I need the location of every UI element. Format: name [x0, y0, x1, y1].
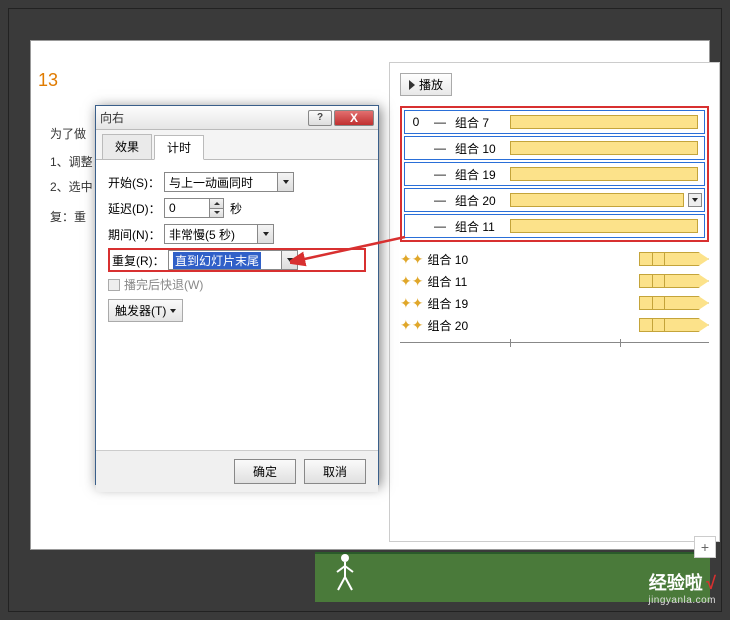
dropdown-icon	[277, 173, 293, 191]
repeat-row-highlight: 重复(R)： 直到幻灯片末尾	[108, 248, 366, 272]
animation-list-highlight: 0 — 组合 7 — 组合 10 — 组合 19 — 组合 20 — 组合	[400, 106, 709, 242]
timing-bar	[510, 115, 698, 129]
spinner-buttons[interactable]	[209, 199, 223, 217]
tab-effect[interactable]: 效果	[102, 134, 152, 159]
dialog-tabs: 效果 计时	[96, 130, 378, 160]
cancel-button[interactable]: 取消	[304, 459, 366, 484]
tab-timing[interactable]: 计时	[154, 135, 204, 160]
anim-label: 组合 20	[427, 317, 468, 334]
dropdown-icon	[257, 225, 273, 243]
timeline-ruler	[400, 342, 709, 352]
star-icon: ✦✦	[400, 317, 423, 334]
anim-label: 组合 10	[427, 251, 468, 268]
help-button[interactable]: ?	[308, 110, 332, 126]
close-icon: X	[350, 111, 358, 125]
anim-label: 组合 19	[427, 295, 468, 312]
anim-item[interactable]: — 组合 20	[404, 188, 705, 212]
dialog-button-bar: 确定 取消	[96, 450, 378, 492]
start-label: 开始(S)：	[108, 174, 164, 191]
bg-text-3: 2、选中	[50, 178, 93, 195]
anim-label: 组合 11	[455, 218, 510, 235]
trigger-button[interactable]: 触发器(T)	[108, 299, 183, 322]
play-button[interactable]: 播放	[400, 73, 452, 96]
star-icon: ✦✦	[400, 273, 423, 290]
plus-icon: +	[701, 539, 709, 555]
delay-label: 延迟(D)：	[108, 200, 164, 217]
anim-row[interactable]: ✦✦ 组合 11	[400, 270, 709, 292]
rewind-checkbox[interactable]	[108, 279, 120, 291]
anim-label: 组合 20	[455, 192, 510, 209]
timing-dialog: 向右 ? X 效果 计时 开始(S)： 与上一动画同时 延迟(D)： 0 秒 期…	[95, 105, 379, 485]
star-icon: ✦✦	[400, 251, 423, 268]
animation-list-below: ✦✦ 组合 10 ✦✦ 组合 11 ✦✦ 组合 19 ✦✦ 组合 20	[400, 248, 709, 336]
delay-value: 0	[169, 201, 176, 215]
start-value: 与上一动画同时	[169, 174, 253, 191]
rewind-label: 播完后快退(W)	[124, 276, 203, 293]
anim-label: 组合 19	[455, 166, 510, 183]
zoom-plus-button[interactable]: +	[694, 536, 716, 558]
dialog-title: 向右	[100, 109, 306, 126]
check-icon: √	[706, 573, 716, 593]
help-icon: ?	[317, 112, 323, 123]
timing-bar	[510, 219, 698, 233]
start-row: 开始(S)： 与上一动画同时	[108, 170, 366, 194]
dropdown-icon	[281, 251, 297, 269]
rewind-row[interactable]: 播完后快退(W)	[108, 276, 366, 293]
dropdown-icon[interactable]	[688, 193, 702, 207]
seconds-label: 秒	[230, 200, 242, 217]
play-label: 播放	[419, 76, 443, 93]
watermark: 经验啦 √ jingyanla.com	[648, 569, 716, 606]
anim-row[interactable]: ✦✦ 组合 19	[400, 292, 709, 314]
timing-arrow	[639, 252, 709, 266]
timing-arrow	[639, 274, 709, 288]
white-overlay-2	[626, 500, 716, 540]
timing-arrow	[639, 296, 709, 310]
duration-label: 期间(N)：	[108, 226, 164, 243]
start-select[interactable]: 与上一动画同时	[164, 172, 294, 192]
timing-arrow	[639, 318, 709, 332]
timing-bar	[510, 193, 684, 207]
figure-icon	[335, 552, 355, 592]
repeat-select[interactable]: 直到幻灯片末尾	[168, 250, 298, 270]
repeat-value: 直到幻灯片末尾	[173, 252, 261, 269]
watermark-text: 经验啦	[649, 573, 703, 593]
white-overlay-1	[536, 432, 716, 492]
delay-spinner[interactable]: 0	[164, 198, 224, 218]
anim-item[interactable]: — 组合 19	[404, 162, 705, 186]
delay-row: 延迟(D)： 0 秒	[108, 196, 366, 220]
anim-item[interactable]: — 组合 10	[404, 136, 705, 160]
anim-item[interactable]: 0 — 组合 7	[404, 110, 705, 134]
dialog-titlebar[interactable]: 向右 ? X	[96, 106, 378, 130]
anim-row[interactable]: ✦✦ 组合 10	[400, 248, 709, 270]
duration-row: 期间(N)： 非常慢(5 秒)	[108, 222, 366, 246]
anim-dash: —	[425, 167, 455, 181]
close-button[interactable]: X	[334, 110, 374, 126]
anim-dash: —	[425, 193, 455, 207]
ok-button[interactable]: 确定	[234, 459, 296, 484]
timing-bar	[510, 141, 698, 155]
repeat-label: 重复(R)：	[112, 252, 168, 269]
anim-index: 0	[407, 115, 425, 129]
star-icon: ✦✦	[400, 295, 423, 312]
anim-dash: —	[425, 115, 455, 129]
play-icon	[409, 80, 415, 90]
timing-bar	[510, 167, 698, 181]
bg-text-1: 为了做	[50, 125, 86, 142]
duration-select[interactable]: 非常慢(5 秒)	[164, 224, 274, 244]
anim-dash: —	[425, 141, 455, 155]
anim-item[interactable]: — 组合 11	[404, 214, 705, 238]
bg-text-2: 1、调整	[50, 153, 93, 170]
bg-text-4: 复：重	[50, 208, 86, 225]
trigger-label: 触发器(T)	[115, 302, 166, 319]
slide-number: 13	[38, 70, 58, 91]
duration-value: 非常慢(5 秒)	[169, 226, 235, 243]
anim-label: 组合 10	[455, 140, 510, 157]
anim-row[interactable]: ✦✦ 组合 20	[400, 314, 709, 336]
anim-label: 组合 7	[455, 114, 510, 131]
anim-dash: —	[425, 219, 455, 233]
anim-label: 组合 11	[427, 273, 467, 290]
watermark-url: jingyanla.com	[648, 595, 716, 606]
dialog-form: 开始(S)： 与上一动画同时 延迟(D)： 0 秒 期间(N)： 非常慢(5 秒…	[96, 160, 378, 450]
